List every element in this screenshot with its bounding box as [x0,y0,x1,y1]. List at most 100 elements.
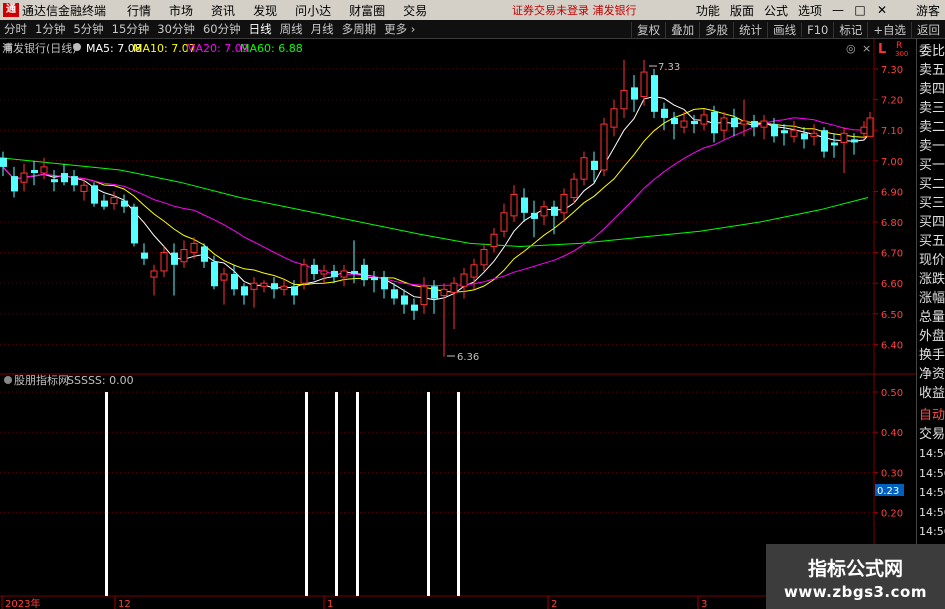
price-label: 7.20 [881,96,903,107]
kline-chart-area[interactable]: 浦发银行(日线) MA5: 7.08 MA10: 7.07 MA20: 7.09… [0,39,916,609]
quote-field-label: 总量 [919,310,945,325]
candle-body-down [391,289,398,299]
period-15min[interactable]: 15分钟 [108,21,154,37]
indicator-settings-icon [4,376,12,384]
period-monthly[interactable]: 月线 [307,21,338,37]
candle-body-up [260,282,268,287]
trade-label[interactable]: 交易 [917,425,945,444]
period-more[interactable]: 更多 › [380,21,419,37]
candle-body-up [790,129,798,137]
candle-body-up [440,288,448,296]
candle-body-up [580,157,588,180]
candle-body-down [291,286,298,296]
candle-body-up [40,166,48,174]
time-label: 1 [327,599,333,609]
candle-body-up [420,285,428,306]
menu-wealth-circle[interactable]: 财富圈 [340,2,394,19]
period-intraday[interactable]: 分时 [0,21,31,37]
candle-body-up [250,282,258,290]
menu-ask-xiaoda[interactable]: 问小达 [286,2,340,19]
candle-body-down [631,87,638,100]
app-logo-icon: 通 [3,3,19,17]
time-label: 12 [118,599,131,609]
indicator-axis-labels: 0.50 0.40 0.30 0.20 [874,388,903,520]
candle-body-up [500,212,508,232]
tool-mark[interactable]: 标记 [833,21,867,38]
period-daily[interactable]: 日线 [245,21,276,37]
candle-body-down [171,252,178,265]
quote-field-label: 净资 [919,367,945,382]
chart-settings-icon: ◎ [846,42,856,55]
period-weekly[interactable]: 周线 [276,21,307,37]
price-label: 6.70 [881,249,903,260]
current-value-label: 0.23 [877,486,899,497]
site-watermark: 指标公式网 www.zbgs3.com [766,544,945,609]
candle-body-down [711,111,718,134]
price-axis-labels: 7.30 7.20 7.10 7.00 6.90 6.80 6.70 6.60 6.50 6.40 [874,65,903,351]
tool-add-watchlist[interactable]: +自选 [867,21,911,38]
maximize-icon[interactable]: □ [849,1,871,19]
auto-label[interactable]: 自动 [917,406,945,425]
signal-bars [105,392,460,596]
tool-restore-rights[interactable]: 复权 [631,21,665,38]
time-axis: 2023年 12 1 2 3 [1,596,707,609]
quote-field-label: 买五 [919,234,945,249]
candle-body-down [91,185,98,204]
tool-draw-line[interactable]: 画线 [767,21,801,38]
corner-l-label: L [878,42,886,57]
chart-close-icon: × [862,42,871,55]
indicator-value-label: SSSSS: 0.00 [67,374,134,387]
kline-chart[interactable]: 浦发银行(日线) MA5: 7.08 MA10: 7.07 MA20: 7.09… [0,39,916,609]
tool-back[interactable]: 返回 [911,21,945,38]
menu-options[interactable]: 选项 [793,2,827,19]
candle-body-up [680,120,688,128]
period-5min[interactable]: 5分钟 [69,21,107,37]
price-label: 6.40 [881,340,903,351]
menu-formula[interactable]: 公式 [759,2,793,19]
candle-body-down [661,108,668,118]
candle-body-down [61,173,68,183]
candle-body-up [80,184,88,192]
menu-functions[interactable]: 功能 [691,2,725,19]
period-1min[interactable]: 1分钟 [31,21,69,37]
candle-body-up [320,270,328,275]
quote-field-label: 买二 [919,177,945,192]
candle-body-down [521,197,528,213]
candle-body-up [470,264,478,278]
period-60min[interactable]: 60分钟 [199,21,245,37]
menu-discover[interactable]: 发现 [244,2,286,19]
candle-body-down [551,206,558,216]
menu-market[interactable]: 市场 [160,2,202,19]
period-30min[interactable]: 30分钟 [153,21,199,37]
menu-news[interactable]: 资讯 [202,2,244,19]
minimize-icon[interactable]: — [827,1,849,19]
candle-body-down [381,277,388,290]
tool-statistics[interactable]: 统计 [733,21,767,38]
candle-body-down [331,270,338,278]
corner-num-label: 300 [895,50,908,58]
candle-body-down [781,130,788,134]
price-label: 7.00 [881,157,903,168]
candle-body-down [431,286,438,299]
indicator-value: 0.50 [881,388,903,399]
tool-f10[interactable]: F10 [801,22,833,37]
candle-body-down [651,75,658,112]
candle-body-up [740,120,748,125]
time-label: 3 [701,599,707,609]
menu-market-quotes[interactable]: 行情 [118,2,160,19]
login-status-note: 证券交易未登录 浦发银行 [512,4,637,17]
quote-field-label: 买三 [919,196,945,211]
menu-layout[interactable]: 版面 [725,2,759,19]
candle-body-down [201,246,208,262]
candle-body-up [450,282,458,293]
candle-body-down [851,139,858,143]
menu-trade[interactable]: 交易 [394,2,436,19]
tool-multi-stock[interactable]: 多股 [699,21,733,38]
tool-overlay[interactable]: 叠加 [665,21,699,38]
candle-body-up [866,117,874,137]
close-icon[interactable]: ✕ [871,1,893,19]
period-multi[interactable]: 多周期 [338,21,381,37]
price-label: 7.10 [881,126,903,137]
guest-login[interactable]: 游客 [911,2,945,19]
tick-time: 14:56 [919,447,945,460]
